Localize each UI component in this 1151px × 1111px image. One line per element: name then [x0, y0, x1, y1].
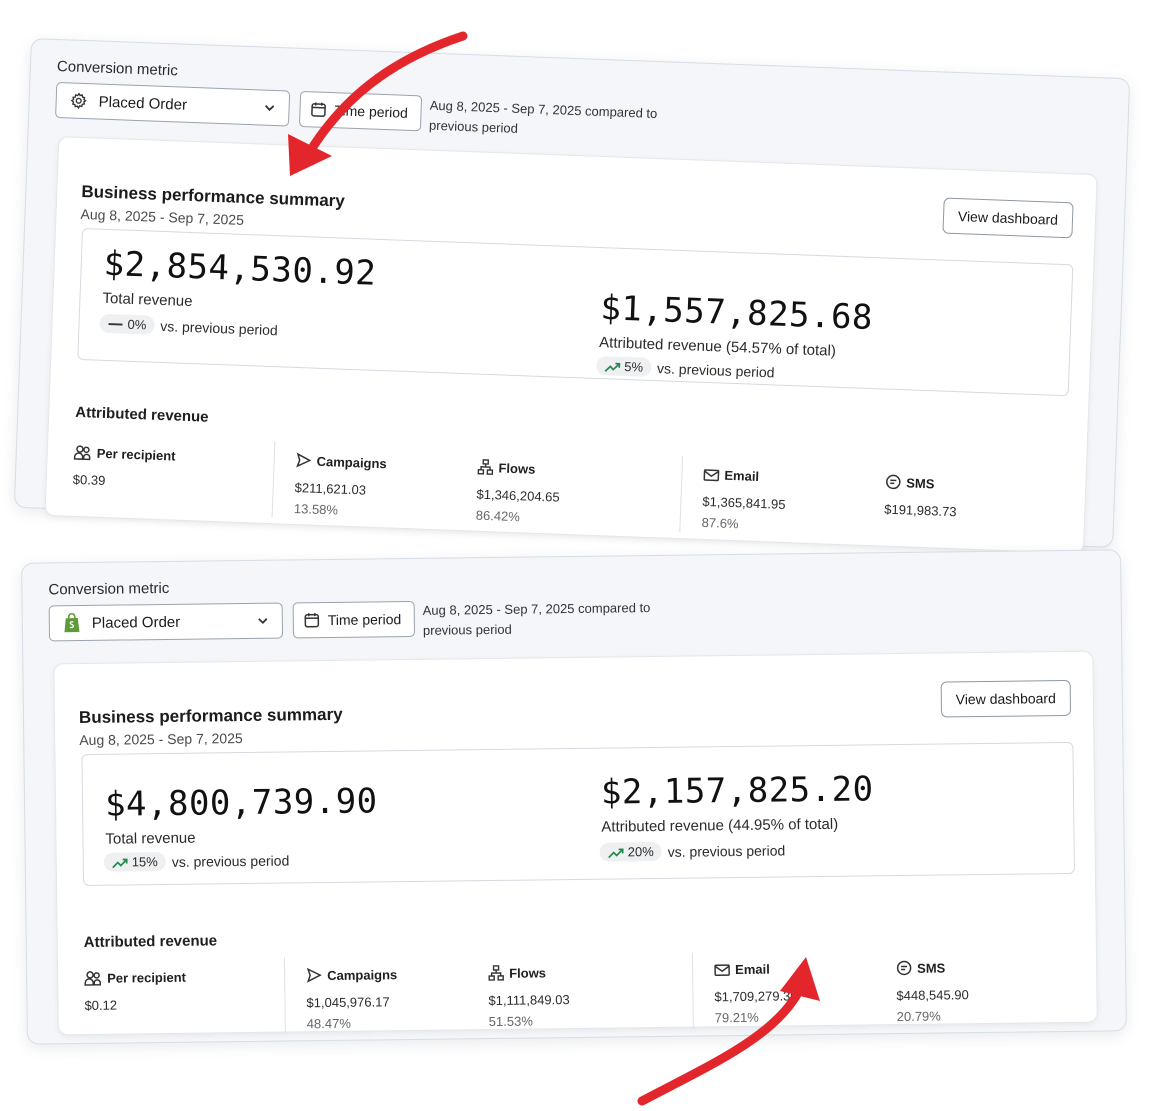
change-badge: 0%: [99, 313, 155, 335]
card-date-range: Aug 8, 2025 - Sep 7, 2025: [79, 730, 243, 749]
metric-sms: SMS $191,983.73: [884, 474, 957, 520]
attributed-revenue-label: Attributed revenue (54.57% of total): [598, 334, 837, 360]
metric-campaigns: Campaigns $211,621.03 13.58%: [293, 452, 387, 518]
calendar-icon: [304, 613, 320, 628]
time-period-label: Time period: [327, 611, 402, 628]
flows-icon: [488, 965, 504, 981]
select-value: Placed Order: [98, 93, 188, 114]
metric-email: Email $1,365,841.95 87.6%: [701, 467, 786, 532]
metric-per-recipient: Per recipient $0.12: [84, 969, 187, 1013]
chevron-down-icon: [265, 105, 275, 112]
attributed-revenue-trend: 5% vs. previous period: [596, 355, 775, 382]
mail-icon: [714, 963, 730, 976]
sms-icon: [886, 474, 901, 490]
totals-box: $4,800,739.90 Total revenue 15% vs. prev…: [81, 741, 1075, 887]
trend-up-icon: [608, 848, 624, 858]
total-revenue-trend: 0% vs. previous period: [99, 313, 278, 340]
date-range-note: Aug 8, 2025 - Sep 7, 2025 compared to pr…: [422, 600, 651, 638]
total-revenue-value: $2,854,530.92: [103, 243, 377, 294]
conversion-metric-select[interactable]: Placed Order: [48, 602, 284, 642]
metric-per-recipient: Per recipient $0.39: [72, 445, 176, 489]
shopify-bag-icon: [62, 613, 82, 633]
send-icon: [306, 967, 322, 983]
metric-divider: [271, 441, 276, 518]
view-dashboard-button[interactable]: View dashboard: [940, 679, 1072, 718]
card-date-range: Aug 8, 2025 - Sep 7, 2025: [80, 205, 245, 228]
attributed-revenue-heading: Attributed revenue: [74, 403, 209, 426]
metric-divider: [283, 957, 286, 1034]
metric-flows: Flows $1,346,204.65 86.42%: [475, 459, 560, 525]
select-value: Placed Order: [91, 613, 181, 632]
card-title: Business performance summary: [78, 704, 343, 728]
change-badge: 5%: [596, 355, 652, 377]
conversion-metric-select[interactable]: Placed Order: [55, 81, 291, 127]
dashboard-panel-before: Conversion metric Placed Order Time peri…: [13, 38, 1131, 554]
view-dashboard-button[interactable]: View dashboard: [942, 197, 1074, 239]
metric-divider: [679, 456, 684, 533]
time-period-button[interactable]: Time period: [298, 90, 423, 132]
metric-email: Email $1,709,279.30 79.21%: [714, 961, 798, 1026]
metric-campaigns: Campaigns $1,045,976.17 48.47%: [306, 966, 398, 1032]
attributed-revenue-value: $1,557,825.68: [599, 288, 874, 339]
totals-box: $2,854,530.92 Total revenue 0% vs. previ…: [77, 228, 1074, 397]
gear-icon: [68, 90, 89, 111]
people-icon: [84, 971, 102, 986]
metric-sms: SMS $448,545.90 20.79%: [896, 959, 969, 1025]
trend-up-icon: [112, 858, 128, 868]
attributed-revenue-heading: Attributed revenue: [83, 932, 218, 951]
total-revenue-trend: 15% vs. previous period: [103, 850, 290, 872]
performance-card: Business performance summary Aug 8, 2025…: [53, 650, 1098, 1036]
total-revenue-value: $4,800,739.90: [104, 781, 378, 825]
conversion-metric-label: Conversion metric: [48, 579, 170, 599]
total-revenue-label: Total revenue: [102, 289, 193, 311]
conversion-metric-label: Conversion metric: [56, 57, 179, 80]
total-revenue-label: Total revenue: [105, 829, 196, 848]
sms-icon: [896, 960, 912, 976]
attributed-revenue-label: Attributed revenue (44.95% of total): [601, 815, 839, 836]
calendar-icon: [311, 102, 326, 118]
trend-up-icon: [604, 362, 621, 372]
time-period-label: Time period: [334, 102, 409, 121]
send-icon: [296, 452, 312, 468]
change-badge: 15%: [103, 851, 166, 872]
change-badge: 20%: [599, 841, 662, 862]
dashboard-panel-after: Conversion metric Placed Order Time peri…: [21, 549, 1127, 1045]
time-period-button[interactable]: Time period: [292, 600, 416, 639]
people-icon: [73, 445, 91, 461]
metric-flows: Flows $1,111,849.03 51.53%: [488, 964, 570, 1030]
chevron-down-icon: [258, 618, 268, 625]
metric-divider: [691, 952, 694, 1029]
performance-card: Business performance summary Aug 8, 2025…: [44, 136, 1098, 554]
attributed-revenue-value: $2,157,825.20: [600, 769, 874, 813]
attributed-revenue-trend: 20% vs. previous period: [599, 840, 786, 862]
mail-icon: [703, 468, 720, 481]
flows-icon: [477, 459, 494, 475]
date-range-note: Aug 8, 2025 - Sep 7, 2025 compared to pr…: [428, 97, 658, 136]
flat-trend-icon: [108, 322, 123, 325]
